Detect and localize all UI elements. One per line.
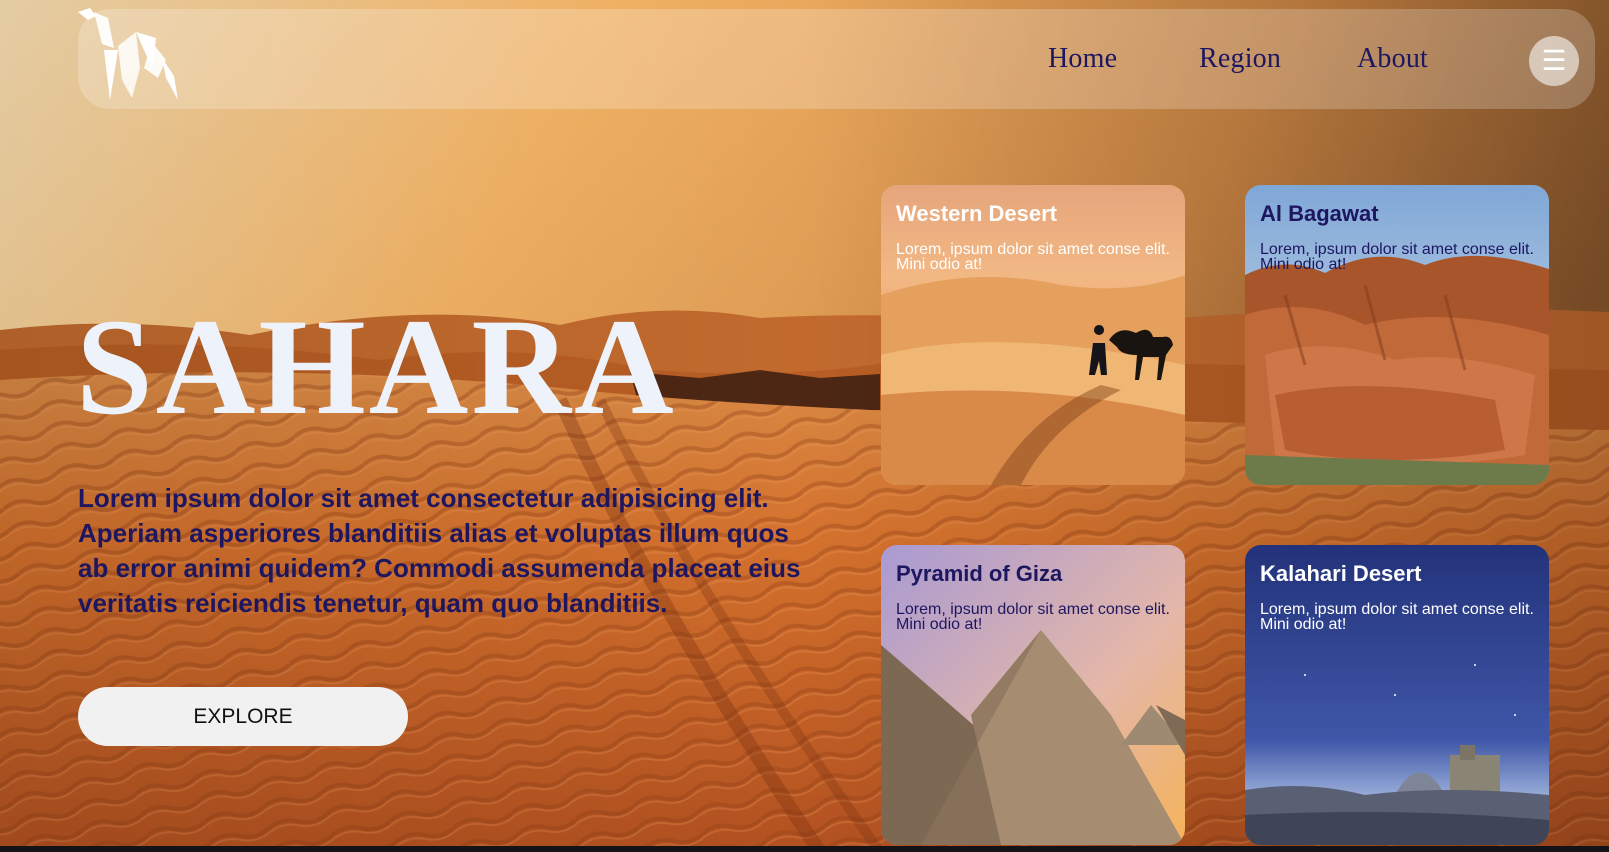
card-kalahari-desert[interactable]: Kalahari Desert Lorem, ipsum dolor sit a… [1245, 545, 1549, 845]
hamburger-menu-icon[interactable]: ☰ [1529, 36, 1579, 86]
red-rock-image [1245, 185, 1549, 485]
logo-glyph [78, 8, 178, 100]
card-title: Al Bagawat [1260, 201, 1379, 226]
hero-title: SAHARA [76, 290, 677, 443]
card-title: Pyramid of Giza [896, 561, 1063, 586]
nav-link-region[interactable]: Region [1199, 43, 1281, 75]
explore-button[interactable]: EXPLORE [78, 687, 408, 746]
card-text: Lorem, ipsum dolor sit amet conse elit. … [1260, 241, 1534, 273]
card-western-desert[interactable]: Western Desert Lorem, ipsum dolor sit am… [881, 185, 1185, 485]
card-text: Lorem, ipsum dolor sit amet conse elit. … [1260, 601, 1534, 633]
card-pyramid-of-giza[interactable]: Pyramid of Giza Lorem, ipsum dolor sit a… [881, 545, 1185, 845]
hero-description: Lorem ipsum dolor sit amet consectetur a… [78, 483, 801, 618]
origami-camel-icon[interactable] [78, 8, 184, 104]
pyramids-image [881, 545, 1185, 845]
card-title: Western Desert [896, 201, 1057, 226]
nav-link-about[interactable]: About [1357, 43, 1428, 75]
card-text: Lorem, ipsum dolor sit amet conse elit. … [896, 241, 1170, 273]
nav-link-home[interactable]: Home [1048, 43, 1117, 75]
card-text: Lorem, ipsum dolor sit amet conse elit. … [896, 601, 1170, 633]
card-al-bagawat[interactable]: Al Bagawat Lorem, ipsum dolor sit amet c… [1245, 185, 1549, 485]
card-title: Kalahari Desert [1260, 561, 1422, 586]
night-ruins-image [1245, 545, 1549, 845]
menu-glyph: ☰ [1541, 45, 1567, 76]
camel-walker-image [881, 185, 1185, 485]
